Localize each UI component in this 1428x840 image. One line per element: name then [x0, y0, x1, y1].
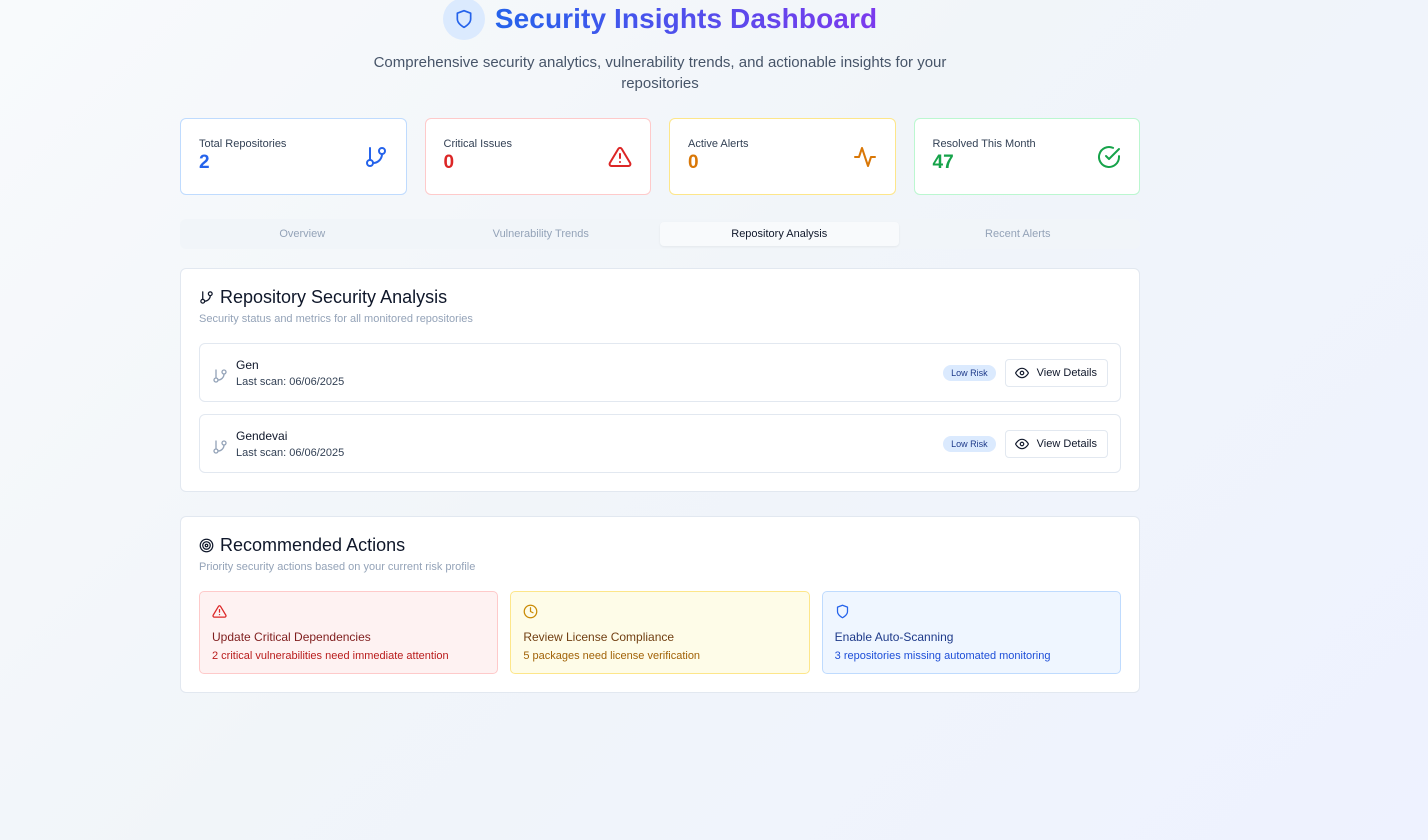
repo-info: Gendevai Last scan: 06/06/2025: [236, 429, 943, 459]
action-review-license[interactable]: Review License Compliance 5 packages nee…: [510, 591, 810, 674]
stat-card-active-alerts: Active Alerts 0: [669, 118, 896, 195]
stats-row: Total Repositories 2 Critical Issues 0 A…: [180, 118, 1140, 195]
shield-icon: [836, 604, 848, 619]
recommended-actions-card: Recommended Actions Priority security ac…: [180, 516, 1140, 693]
repo-row: Gen Last scan: 06/06/2025 Low Risk View …: [199, 343, 1121, 402]
alert-triangle-icon: [212, 605, 227, 618]
repo-info: Gen Last scan: 06/06/2025: [236, 358, 943, 388]
stat-value: 0: [688, 152, 699, 173]
git-branch-icon: [213, 368, 227, 383]
action-description: 3 repositories missing automated monitor…: [834, 650, 1051, 662]
page-subtitle: Comprehensive security analytics, vulner…: [373, 54, 947, 92]
stat-card-resolved-this-month: Resolved This Month 47: [913, 118, 1140, 195]
stat-label: Total Repositories: [199, 138, 287, 150]
card-title-row: Recommended Actions: [199, 535, 1121, 556]
card-title: Repository Security Analysis: [220, 287, 448, 307]
dashboard-page: Security Insights Dashboard Comprehensiv…: [180, 0, 1140, 693]
stat-value: 2: [199, 152, 210, 173]
stat-card-critical-issues: Critical Issues 0: [424, 118, 651, 195]
stat-label: Critical Issues: [443, 138, 512, 150]
eye-icon: [1014, 367, 1029, 378]
clock-icon: [523, 604, 538, 619]
card-title: Recommended Actions: [220, 535, 406, 555]
risk-badge: Low Risk: [943, 364, 996, 381]
stat-value: 47: [932, 152, 954, 173]
alert-triangle-icon: [608, 146, 632, 167]
tab-overview[interactable]: Overview: [183, 222, 422, 246]
stat-value: 0: [443, 152, 455, 173]
view-details-button[interactable]: View Details: [1004, 358, 1108, 387]
tab-list: Overview Vulnerability Trends Repository…: [180, 219, 1140, 249]
tab-recent-alerts[interactable]: Recent Alerts: [899, 222, 1138, 246]
page-header: Security Insights Dashboard Comprehensiv…: [180, 0, 1140, 94]
action-update-dependencies[interactable]: Update Critical Dependencies 2 critical …: [199, 591, 499, 674]
action-title: Update Critical Dependencies: [212, 630, 371, 644]
shield-icon: [456, 9, 472, 29]
repo-row: Gendevai Last scan: 06/06/2025 Low Risk …: [199, 414, 1121, 473]
stat-label: Active Alerts: [688, 138, 749, 150]
repo-last-scan: Last scan: 06/06/2025: [236, 375, 345, 388]
risk-badge: Low Risk: [943, 435, 996, 452]
target-icon: [199, 538, 214, 553]
header-shield-badge: [442, 0, 485, 40]
card-title-row: Repository Security Analysis: [199, 287, 1121, 308]
tab-vulnerability-trends[interactable]: Vulnerability Trends: [422, 222, 661, 246]
view-details-label: View Details: [1036, 366, 1097, 379]
title-row: Security Insights Dashboard: [180, 0, 1140, 40]
view-details-button[interactable]: View Details: [1004, 429, 1108, 458]
action-description: 5 packages need license verification: [523, 650, 701, 662]
action-description: 2 critical vulnerabilities need immediat…: [212, 650, 449, 662]
repository-analysis-card: Repository Security Analysis Security st…: [180, 268, 1140, 492]
stat-card-total-repositories: Total Repositories 2: [180, 118, 407, 195]
action-list: Update Critical Dependencies 2 critical …: [199, 591, 1121, 674]
card-description: Priority security actions based on your …: [199, 561, 476, 573]
page-title: Security Insights Dashboard: [494, 3, 878, 34]
tab-repository-analysis[interactable]: Repository Analysis: [660, 222, 899, 246]
check-circle-icon: [1098, 146, 1120, 168]
eye-icon: [1014, 438, 1029, 449]
git-branch-icon: [213, 439, 227, 454]
repo-list: Gen Last scan: 06/06/2025 Low Risk View …: [199, 343, 1121, 473]
action-title: Enable Auto-Scanning: [834, 630, 954, 644]
stat-label: Resolved This Month: [932, 138, 1036, 150]
git-branch-icon: [200, 291, 213, 304]
action-title: Review License Compliance: [523, 630, 675, 644]
git-branch-icon: [365, 147, 386, 167]
card-description: Security status and metrics for all moni…: [199, 313, 473, 325]
repo-last-scan: Last scan: 06/06/2025: [236, 446, 345, 459]
view-details-label: View Details: [1036, 437, 1097, 450]
repo-name: Gen: [236, 357, 259, 372]
repo-name: Gendevai: [236, 428, 288, 443]
action-enable-autoscan[interactable]: Enable Auto-Scanning 3 repositories miss…: [821, 591, 1121, 674]
activity-icon: [853, 147, 876, 167]
